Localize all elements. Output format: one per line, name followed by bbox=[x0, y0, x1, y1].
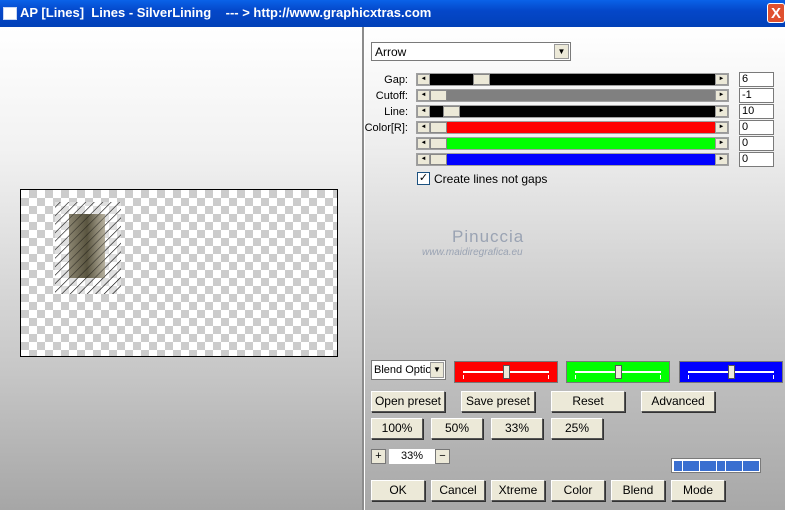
zoom-level: 33% bbox=[389, 449, 435, 464]
blue-slider[interactable]: ◄ ► bbox=[416, 153, 729, 166]
progress-cell bbox=[682, 461, 691, 471]
arrow-left-icon[interactable]: ◄ bbox=[417, 154, 430, 165]
red-blend-slider[interactable] bbox=[454, 361, 558, 383]
slider-thumb[interactable] bbox=[430, 154, 447, 165]
progress-cell bbox=[691, 461, 700, 471]
zoom-in-button[interactable]: + bbox=[371, 449, 386, 464]
xtreme-button[interactable]: Xtreme bbox=[491, 480, 545, 501]
arrow-left-icon[interactable]: ◄ bbox=[417, 74, 430, 85]
arrow-right-icon[interactable]: ► bbox=[715, 74, 728, 85]
tick-mark bbox=[463, 375, 464, 379]
cutoff-value-field[interactable]: -1 bbox=[739, 88, 774, 103]
arrow-right-icon[interactable]: ► bbox=[715, 154, 728, 165]
create-lines-label: Create lines not gaps bbox=[434, 172, 548, 186]
zoom-100-button[interactable]: 100% bbox=[371, 418, 423, 439]
arrow-right-icon[interactable]: ► bbox=[715, 138, 728, 149]
slider-thumb[interactable] bbox=[430, 122, 447, 133]
progress-bar bbox=[671, 458, 761, 473]
watermark-url: www.maidiregrafica.eu bbox=[422, 247, 523, 258]
line-slider[interactable]: ◄ ► bbox=[416, 105, 729, 118]
slider-track[interactable] bbox=[430, 90, 715, 101]
slider-thumb[interactable] bbox=[430, 138, 447, 149]
progress-cell bbox=[674, 461, 682, 471]
slider-track[interactable] bbox=[430, 106, 715, 117]
arrow-right-icon[interactable]: ► bbox=[715, 122, 728, 133]
chevron-down-icon[interactable]: ▼ bbox=[554, 44, 569, 59]
line-value-field[interactable]: 10 bbox=[739, 104, 774, 119]
gap-slider[interactable]: ◄ ► bbox=[416, 73, 729, 86]
zoom-out-button[interactable]: − bbox=[435, 449, 450, 464]
tick-mark bbox=[688, 375, 689, 379]
blend-button[interactable]: Blend bbox=[611, 480, 665, 501]
arrow-left-icon[interactable]: ◄ bbox=[417, 138, 430, 149]
cutoff-label: Cutoff: bbox=[375, 90, 408, 102]
arrow-left-icon[interactable]: ◄ bbox=[417, 106, 430, 117]
progress-cell bbox=[751, 461, 760, 471]
arrow-right-icon[interactable]: ► bbox=[715, 106, 728, 117]
progress-cell bbox=[725, 461, 734, 471]
slider-track[interactable] bbox=[430, 138, 715, 149]
slider-thumb[interactable] bbox=[473, 74, 490, 85]
close-button[interactable]: X bbox=[767, 3, 785, 23]
zoom-50-button[interactable]: 50% bbox=[431, 418, 483, 439]
blend-options-dropdown[interactable]: Blend Options ▼ bbox=[371, 360, 446, 380]
line-label: Line: bbox=[384, 106, 408, 118]
tick-mark bbox=[660, 375, 661, 379]
tick-mark bbox=[575, 375, 576, 379]
preview-canvas[interactable] bbox=[20, 189, 338, 357]
cutoff-slider[interactable]: ◄ ► bbox=[416, 89, 729, 102]
preset-dropdown[interactable]: Arrow ▼ bbox=[371, 42, 571, 61]
advanced-button[interactable]: Advanced bbox=[641, 391, 715, 412]
chevron-down-icon[interactable]: ▼ bbox=[430, 362, 444, 378]
save-preset-button[interactable]: Save preset bbox=[461, 391, 535, 412]
zoom-33-button[interactable]: 33% bbox=[491, 418, 543, 439]
arrow-left-icon[interactable]: ◄ bbox=[417, 122, 430, 133]
progress-cell bbox=[717, 461, 725, 471]
red-value-field[interactable]: 0 bbox=[739, 120, 774, 135]
slider-thumb[interactable] bbox=[430, 90, 447, 101]
blue-value-field[interactable]: 0 bbox=[739, 152, 774, 167]
slider-track[interactable] bbox=[430, 154, 715, 165]
blue-blend-slider[interactable] bbox=[679, 361, 783, 383]
color-button[interactable]: Color bbox=[551, 480, 605, 501]
tick-mark bbox=[773, 375, 774, 379]
color-r-label: Color[R]: bbox=[364, 122, 408, 134]
slider-track[interactable] bbox=[430, 122, 715, 133]
gap-label: Gap: bbox=[384, 74, 408, 86]
progress-cell bbox=[708, 461, 717, 471]
arrow-left-icon[interactable]: ◄ bbox=[417, 90, 430, 101]
preview-lines-graphic bbox=[55, 202, 121, 294]
slider-thumb[interactable] bbox=[443, 106, 460, 117]
slider-knob[interactable] bbox=[615, 365, 622, 379]
gap-value-field[interactable]: 6 bbox=[739, 72, 774, 87]
progress-cell bbox=[699, 461, 708, 471]
progress-cell bbox=[734, 461, 743, 471]
green-value-field[interactable]: 0 bbox=[739, 136, 774, 151]
title-bar: AP [Lines] Lines - SilverLining --- > ht… bbox=[0, 0, 785, 27]
window-title: AP [Lines] Lines - SilverLining --- > ht… bbox=[20, 5, 432, 20]
mode-button[interactable]: Mode bbox=[671, 480, 725, 501]
red-slider[interactable]: ◄ ► bbox=[416, 121, 729, 134]
app-icon bbox=[3, 7, 17, 20]
arrow-right-icon[interactable]: ► bbox=[715, 90, 728, 101]
slider-knob[interactable] bbox=[728, 365, 735, 379]
slider-knob[interactable] bbox=[503, 365, 510, 379]
ok-button[interactable]: OK bbox=[371, 480, 425, 501]
tick-mark bbox=[548, 375, 549, 379]
open-preset-button[interactable]: Open preset bbox=[371, 391, 445, 412]
cancel-button[interactable]: Cancel bbox=[431, 480, 485, 501]
watermark-name: Pinuccia bbox=[452, 227, 525, 246]
green-blend-slider[interactable] bbox=[566, 361, 670, 383]
blend-options-value: Blend Options bbox=[374, 364, 432, 376]
preset-dropdown-value: Arrow bbox=[375, 45, 407, 59]
reset-button[interactable]: Reset bbox=[551, 391, 625, 412]
progress-cell bbox=[742, 461, 751, 471]
zoom-25-button[interactable]: 25% bbox=[551, 418, 603, 439]
green-slider[interactable]: ◄ ► bbox=[416, 137, 729, 150]
create-lines-checkbox[interactable]: ✓ bbox=[417, 172, 430, 185]
